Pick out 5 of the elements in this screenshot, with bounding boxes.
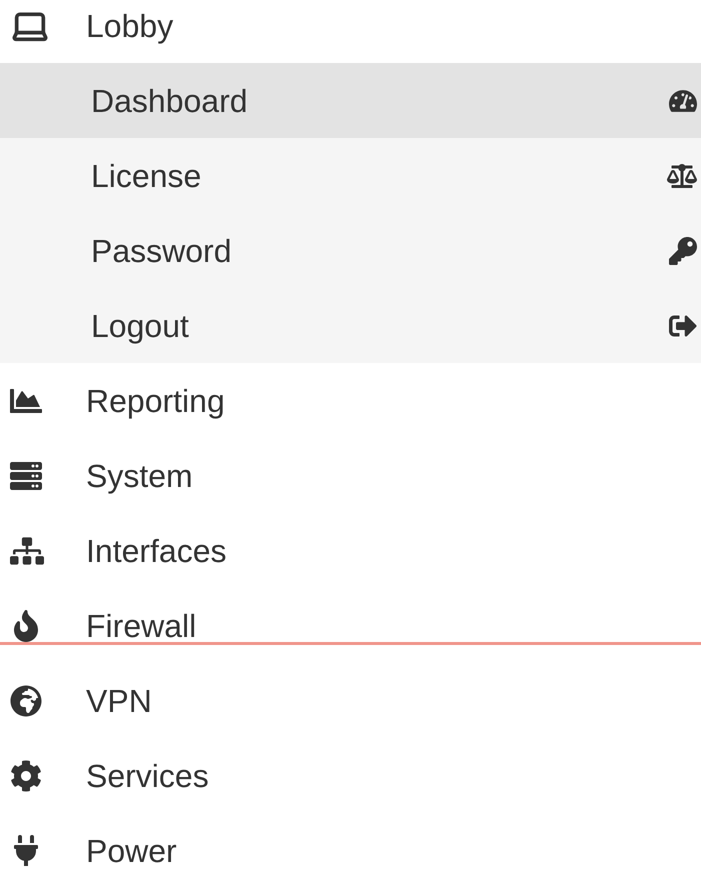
key-icon xyxy=(669,236,697,264)
server-icon xyxy=(10,460,42,492)
settings-icon xyxy=(10,760,42,792)
submenu-item[interactable]: Dashboard xyxy=(0,63,701,138)
globe-icon xyxy=(10,684,42,716)
